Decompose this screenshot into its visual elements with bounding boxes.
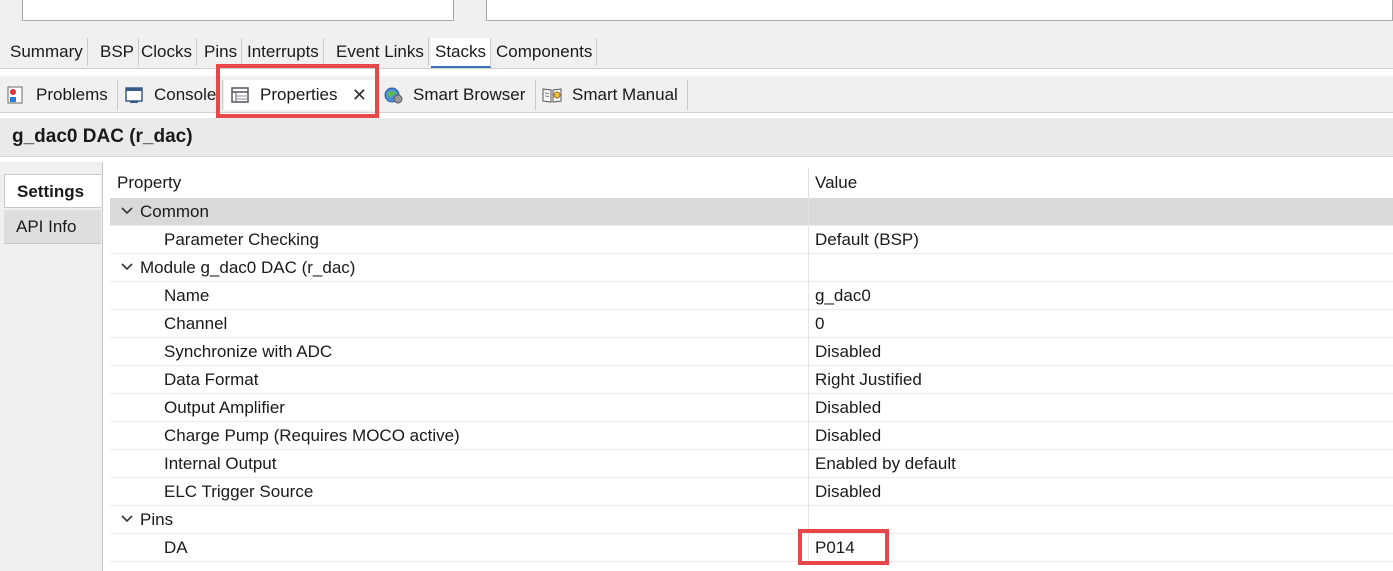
column-separator [808, 366, 809, 394]
property-value[interactable]: Right Justified [815, 370, 922, 390]
property-value[interactable]: Default (BSP) [815, 230, 919, 250]
table-row[interactable]: Channel 0 [110, 310, 1393, 338]
tab-settings[interactable]: Settings [4, 174, 101, 208]
problems-icon [7, 86, 23, 104]
tab-stacks[interactable]: Stacks [431, 38, 492, 68]
smart-manual-icon [542, 88, 562, 103]
top-area [0, 0, 1393, 36]
group-row-common[interactable]: Common [110, 198, 1393, 226]
column-separator [808, 422, 809, 450]
tab-interrupts[interactable]: Interrupts [243, 38, 324, 66]
property-value-da-pin[interactable]: P014 [815, 538, 855, 558]
tab-bsp[interactable]: BSP [96, 38, 140, 66]
table-header: Property Value [110, 168, 1393, 199]
chevron-down-icon[interactable] [120, 512, 134, 526]
column-separator [808, 450, 809, 478]
side-tab-bar: Settings API Info [0, 162, 103, 571]
tab-components[interactable]: Components [492, 38, 598, 66]
tab-smart-manual[interactable]: Smart Manual [536, 80, 688, 110]
property-table: Property Value Common Parameter Checking… [110, 168, 1393, 571]
tab-smart-browser-label: Smart Browser [413, 85, 526, 104]
top-field-right[interactable] [486, 0, 1393, 21]
property-name: Charge Pump (Requires MOCO active) [164, 426, 460, 445]
close-icon[interactable]: ✕ [352, 80, 367, 110]
table-row[interactable]: DA P014 [110, 534, 1393, 562]
column-separator [808, 310, 809, 338]
column-separator [808, 506, 809, 534]
table-row[interactable]: ELC Trigger Source Disabled [110, 478, 1393, 506]
property-name: Data Format [164, 370, 259, 389]
property-name: Name [164, 286, 210, 305]
tab-pins[interactable]: Pins [200, 38, 243, 66]
column-separator [808, 478, 809, 506]
group-label: Pins [140, 510, 174, 529]
tab-properties-label: Properties [260, 85, 338, 104]
table-row[interactable]: Name g_dac0 [110, 282, 1393, 310]
property-name: DA [164, 538, 188, 557]
table-row[interactable]: Output Amplifier Disabled [110, 394, 1393, 422]
panel-title: g_dac0 DAC (r_dac) [12, 126, 193, 147]
console-icon [125, 87, 143, 103]
tab-summary[interactable]: Summary [6, 38, 88, 66]
property-name: Parameter Checking [164, 230, 319, 249]
tab-console[interactable]: Console [118, 80, 223, 110]
property-name: Internal Output [164, 454, 277, 473]
tab-clocks[interactable]: Clocks [137, 38, 198, 66]
property-name: ELC Trigger Source [164, 482, 314, 501]
column-separator [808, 198, 809, 226]
property-value[interactable]: Disabled [815, 342, 881, 362]
property-value[interactable]: Disabled [815, 426, 881, 446]
table-row[interactable]: Synchronize with ADC Disabled [110, 338, 1393, 366]
tab-problems[interactable]: Problems [0, 80, 118, 110]
tab-properties[interactable]: Properties ✕ [224, 80, 376, 110]
property-value[interactable]: g_dac0 [815, 286, 871, 306]
column-separator [808, 394, 809, 422]
group-row-pins[interactable]: Pins [110, 506, 1393, 534]
column-separator[interactable] [808, 168, 809, 198]
property-value[interactable]: Disabled [815, 482, 881, 502]
property-name: Output Amplifier [164, 398, 285, 417]
property-name: Channel [164, 314, 228, 333]
chevron-down-icon[interactable] [120, 204, 134, 218]
table-row[interactable]: Parameter Checking Default (BSP) [110, 226, 1393, 254]
group-label: Module g_dac0 DAC (r_dac) [140, 258, 356, 277]
property-value[interactable]: Enabled by default [815, 454, 956, 474]
column-separator [808, 226, 809, 254]
tab-event-links[interactable]: Event Links [332, 38, 429, 66]
group-label: Common [140, 202, 209, 221]
top-field-left[interactable] [22, 0, 454, 21]
chevron-down-icon[interactable] [120, 260, 134, 274]
property-name: Synchronize with ADC [164, 342, 333, 361]
column-header-property[interactable]: Property [117, 173, 181, 193]
tab-console-label: Console [154, 85, 217, 104]
panel-title-bar: g_dac0 DAC (r_dac) [0, 118, 1393, 157]
tab-smart-browser[interactable]: Smart Browser [377, 80, 536, 110]
property-value[interactable]: Disabled [815, 398, 881, 418]
tab-problems-label: Problems [36, 85, 108, 104]
column-separator [808, 338, 809, 366]
group-row-module[interactable]: Module g_dac0 DAC (r_dac) [110, 254, 1393, 282]
column-separator [808, 254, 809, 282]
properties-icon [231, 87, 249, 103]
table-row[interactable]: Charge Pump (Requires MOCO active) Disab… [110, 422, 1393, 450]
column-header-value[interactable]: Value [815, 173, 857, 193]
column-separator [808, 534, 809, 562]
view-tab-bar: Problems Console Properties ✕ Smart Brow… [0, 76, 1393, 113]
table-row[interactable]: Internal Output Enabled by default [110, 450, 1393, 478]
config-tab-bar: Summary BSP Clocks Pins Interrupts Event… [0, 36, 1393, 69]
smart-browser-icon [384, 87, 403, 104]
tab-smart-manual-label: Smart Manual [572, 85, 678, 104]
table-row[interactable]: Data Format Right Justified [110, 366, 1393, 394]
tab-api-info[interactable]: API Info [4, 210, 101, 244]
column-separator [808, 282, 809, 310]
property-value[interactable]: 0 [815, 314, 824, 334]
